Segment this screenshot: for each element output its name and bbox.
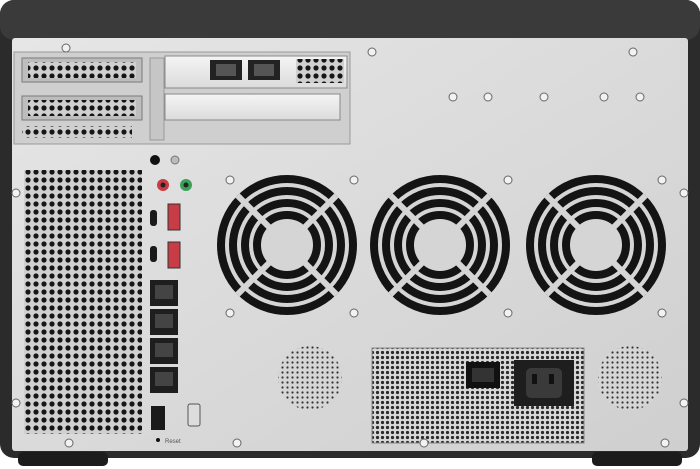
screw — [660, 438, 670, 448]
left-vent — [24, 170, 142, 434]
usb-c-port-2 — [150, 246, 157, 262]
fan-1 — [217, 175, 357, 315]
screw — [635, 92, 645, 102]
screw — [232, 438, 242, 448]
foot-left — [18, 452, 108, 466]
usb-a-port-2 — [167, 241, 181, 269]
screw — [349, 308, 359, 318]
blank-slot-cover — [164, 93, 341, 121]
screw — [679, 398, 689, 408]
screw — [349, 175, 359, 185]
fan-2 — [370, 175, 510, 315]
screw — [657, 175, 667, 185]
foot-right — [592, 452, 682, 466]
screw — [64, 438, 74, 448]
power-button-icon — [150, 155, 160, 165]
network-expansion-card — [164, 55, 348, 89]
power-supply — [371, 347, 585, 444]
fans — [217, 175, 666, 315]
speaker-grille-left — [278, 346, 342, 410]
usb-a-port-1 — [167, 203, 181, 231]
reset-label: Reset — [165, 439, 181, 445]
kensington-slot — [187, 403, 201, 427]
screw — [657, 308, 667, 318]
screw — [11, 188, 21, 198]
fan-3 — [526, 175, 666, 315]
screw — [225, 175, 235, 185]
expansion-area — [13, 51, 351, 145]
screw — [599, 92, 609, 102]
hdmi-port — [151, 406, 165, 430]
usb-c-port-1 — [150, 210, 157, 226]
screw — [628, 47, 638, 57]
screw — [11, 398, 21, 408]
nas-rear-view: Reset — [0, 0, 700, 469]
nas-illustration: Reset — [0, 0, 700, 466]
screw — [419, 438, 429, 448]
screw — [367, 47, 377, 57]
reset-button — [156, 438, 160, 442]
screw — [448, 92, 458, 102]
speaker-grille-right — [598, 346, 662, 410]
screw — [225, 308, 235, 318]
screw — [539, 92, 549, 102]
screw — [483, 92, 493, 102]
screw — [503, 308, 513, 318]
screw — [61, 43, 71, 53]
screw — [679, 188, 689, 198]
screw — [503, 175, 513, 185]
